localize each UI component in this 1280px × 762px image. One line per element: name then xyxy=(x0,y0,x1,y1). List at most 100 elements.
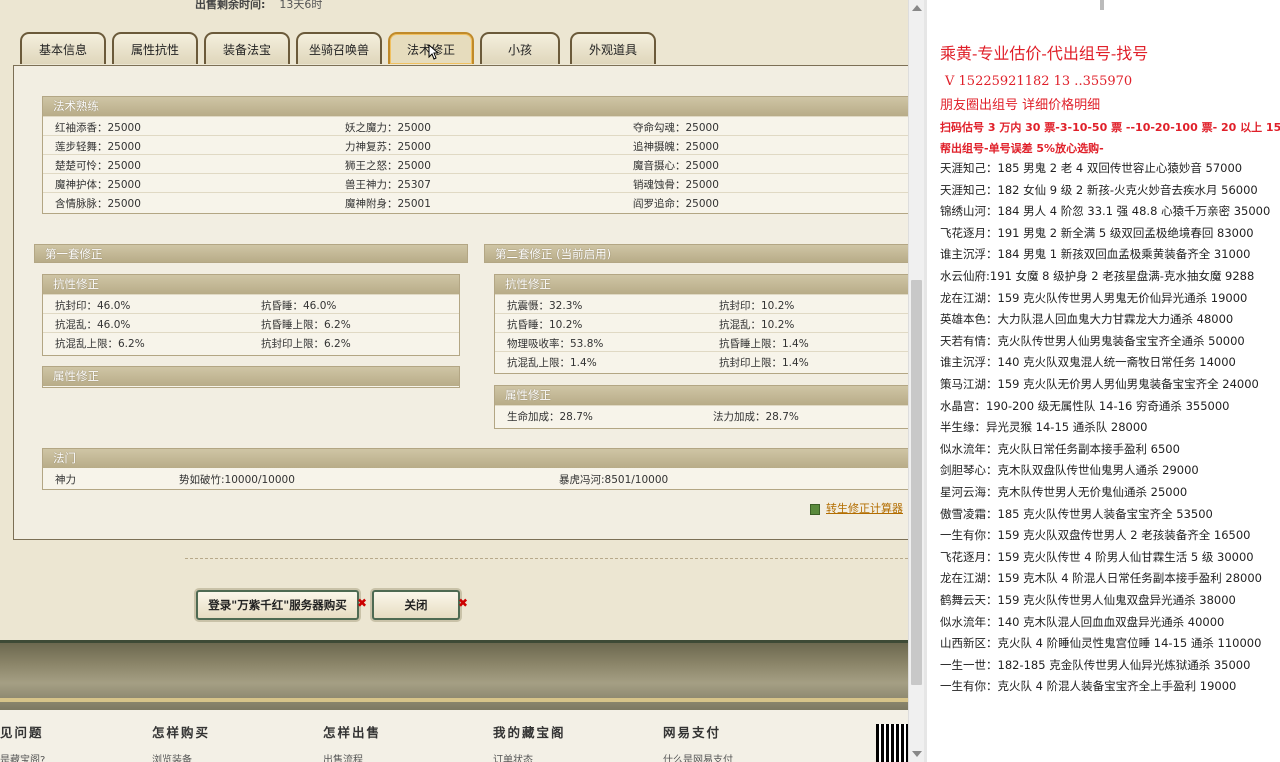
table-cell: 妖之魔力：25000 xyxy=(345,122,431,134)
section-title: 法术熟练 xyxy=(43,97,908,116)
table-row: 抗混乱上限：6.2% 抗封印上限：6.2% xyxy=(43,332,459,351)
footer-column: 网易支付 什么是网易支付 xyxy=(663,722,733,762)
footer-link[interactable]: 订单状态 xyxy=(493,751,566,762)
table-cell: 生命加成：28.7% xyxy=(507,411,593,423)
close-button[interactable]: 关闭 ✖ xyxy=(372,590,468,620)
table-row: 抗混乱上限：1.4% 抗封印上限：1.4% xyxy=(495,351,908,370)
calculator-icon xyxy=(810,503,820,515)
table-cell: 含情脉脉：25000 xyxy=(55,198,141,210)
table-cell: 抗封印上限：1.4% xyxy=(719,357,809,369)
table-cell: 抗昏睡上限：1.4% xyxy=(719,338,809,350)
listing-item: 飞花逐月：159 克火队传世 4 阶男人仙甘霖生活 5 级 30000 xyxy=(940,549,1254,564)
listing-item: 天涯知己：185 男鬼 2 老 4 双回传世容止心猿妙音 57000 xyxy=(940,161,1243,175)
listing-item: 山西新区：克火队 4 阶睡仙灵性鬼宫位睡 14-15 通杀 110000 xyxy=(940,636,1262,651)
price-list-document: 乘黄-专业估价-代出组号-找号 V 15225921182 13 ..35597… xyxy=(924,0,1280,762)
table-cell: 红袖添香：25000 xyxy=(55,122,141,134)
table-row: 物理吸收率：53.8% 抗昏睡上限：1.4% xyxy=(495,332,908,351)
spell-proficiency-section: 法术熟练 红袖添香：25000 妖之魔力：25000 夺命勾魂：25000 莲步轻舞：… xyxy=(42,96,908,214)
set2-attr-section: 属性修正 生命加成：28.7% 法力加成：28.7% xyxy=(494,385,908,429)
listing-item: 水晶宫：190-200 级无属性队 14-16 穷奇通杀 355000 xyxy=(940,398,1230,413)
login-buy-button[interactable]: 登录"万紫千红"服务器购买 ✖ xyxy=(196,590,367,620)
table-cell: 追神摄魄：25000 xyxy=(633,141,719,153)
tab-child[interactable]: 小孩 xyxy=(480,32,560,64)
table-cell: 抗封印上限：6.2% xyxy=(261,338,351,350)
listing-item: 一生有你：159 克火队双盘传世男人 2 老孩装备齐全 16500 xyxy=(940,528,1251,543)
pricing-line: 帮出组号-单号误差 5%放心选购- xyxy=(940,142,1104,155)
table-cell: 抗昏睡：10.2% xyxy=(507,319,583,331)
set1-attr-section: 属性修正 xyxy=(42,366,460,388)
vertical-scrollbar[interactable] xyxy=(908,0,924,762)
table-cell: 销魂蚀骨：25000 xyxy=(633,179,719,191)
headline: 乘黄-专业估价-代出组号-找号 xyxy=(940,44,1149,63)
section-title: 抗性修正 xyxy=(43,275,459,294)
tab-basic-info[interactable]: 基本信息 xyxy=(20,32,106,64)
table-row: 抗昏睡：10.2% 抗混乱：10.2% xyxy=(495,313,908,332)
famen-section: 法门 神力 势如破竹:10000/10000 暴虎冯河:8501/10000 xyxy=(42,448,908,490)
mouse-cursor-icon xyxy=(428,44,438,60)
table-row: 抗震慑：32.3% 抗封印：10.2% xyxy=(495,294,908,313)
footer-link[interactable]: 出售流程 xyxy=(323,751,381,762)
table-cell: 兽王神力：25307 xyxy=(345,179,431,191)
famen-cell: 神力 xyxy=(55,474,76,486)
scroll-up-icon[interactable] xyxy=(912,5,922,11)
table-cell: 魔音摄心：25000 xyxy=(633,160,719,172)
game-trade-page: 出售剩余时间: 13天6时 基本信息 属性抗性 装备法宝 坐骑召唤兽 法术修正 … xyxy=(0,0,908,762)
table-row: 抗封印：46.0% 抗昏睡：46.0% xyxy=(43,294,459,313)
qr-code-icon xyxy=(876,724,908,762)
table-row: 抗混乱：46.0% 抗昏睡上限：6.2% xyxy=(43,313,459,332)
section-title: 抗性修正 xyxy=(495,275,908,294)
listing-item: 飞花逐月：191 男鬼 2 新全满 5 级双回孟极绝境春回 83000 xyxy=(940,225,1254,240)
set2-attr-table: 生命加成：28.7% 法力加成：28.7% xyxy=(495,405,908,425)
table-row: 楚楚可怜：25000 狮王之怒：25000 魔音摄心：25000 xyxy=(43,154,908,173)
spell-table: 红袖添香：25000 妖之魔力：25000 夺命勾魂：25000 莲步轻舞：25000… xyxy=(43,116,908,211)
divider xyxy=(185,558,908,559)
listing-item: 似水流年：克火队日常任务副本接手盈利 6500 xyxy=(940,441,1180,456)
footer-column: 怎样出售 出售流程 xyxy=(323,722,381,762)
set2-resist-table: 抗震慑：32.3% 抗封印：10.2% 抗昏睡：10.2% 抗混乱：10.2% 物理吸收… xyxy=(495,294,908,372)
listing-item: 似水流年：140 克木队混人回血血双盘异光通杀 40000 xyxy=(940,614,1225,629)
listing-item: 天涯知己：182 女仙 9 级 2 新孩-火克火妙音去疾水月 56000 xyxy=(940,182,1258,197)
tab-attribute-resist[interactable]: 属性抗性 xyxy=(112,32,198,64)
table-cell: 抗混乱：10.2% xyxy=(719,319,795,331)
subtitle-line: 朋友圈出组号 详细价格明细 xyxy=(940,98,1101,113)
listing-item: 策马江湖：159 克火队无价男人男仙男鬼装备宝宝齐全 24000 xyxy=(940,377,1259,391)
set2-title: 第二套修正 (当前启用) xyxy=(484,244,908,263)
table-cell: 阎罗追命：25000 xyxy=(633,198,719,210)
footer-column: 我的藏宝阁 订单状态 xyxy=(493,722,566,762)
section-title: 属性修正 xyxy=(495,386,908,405)
set1-title: 第一套修正 xyxy=(34,244,468,263)
footer-link[interactable]: 什么是网易支付 xyxy=(663,751,733,762)
famen-cell: 暴虎冯河:8501/10000 xyxy=(559,474,669,486)
set1-resist-table: 抗封印：46.0% 抗昏睡：46.0% 抗混乱：46.0% 抗昏睡上限：6.2% 抗混乱… xyxy=(43,294,459,354)
listing-item: 半生缘：异光灵猴 14-15 通杀队 28000 xyxy=(940,420,1148,435)
section-title: 法门 xyxy=(43,449,908,468)
table-cell: 物理吸收率：53.8% xyxy=(507,338,604,350)
listing-item: 龙在江湖：159 克木队 4 阶混人日常任务副本接手盈利 28000 xyxy=(940,571,1262,586)
phone-line: V 15225921182 13 ..355970 xyxy=(945,74,1133,89)
table-cell: 抗昏睡：46.0% xyxy=(261,300,337,312)
footer-link[interactable]: 是藏宝阁? xyxy=(0,751,45,762)
table-row: 魔神护体：25000 兽王神力：25307 销魂蚀骨：25000 xyxy=(43,173,908,192)
listing-item: 英雄本色：大力队混人回血鬼大力甘霖龙大力通杀 48000 xyxy=(940,312,1234,327)
listing-item: 天若有情：克火队传世男人仙男鬼装备宝宝齐全通杀 50000 xyxy=(940,333,1245,348)
close-icon: ✖ xyxy=(457,596,468,610)
famen-cell: 势如破竹:10000/10000 xyxy=(179,474,295,486)
tab-appearance[interactable]: 外观道具 xyxy=(570,32,656,64)
rebirth-calculator-link[interactable]: 转生修正计算器 xyxy=(810,500,903,516)
footer-link[interactable]: 浏览装备 xyxy=(152,751,210,762)
table-row: 莲步轻舞：25000 力神复苏：25000 追神摄魄：25000 xyxy=(43,135,908,154)
spell-correction-panel: 法术熟练 红袖添香：25000 妖之魔力：25000 夺命勾魂：25000 莲步轻舞：… xyxy=(13,65,908,540)
tab-mounts-summons[interactable]: 坐骑召唤兽 xyxy=(296,32,382,64)
table-cell: 魔神附身：25001 xyxy=(345,198,431,210)
listing-item: 谁主沉浮：140 克火队双鬼混人统一斋牧日常任务 14000 xyxy=(940,355,1236,370)
scroll-down-icon[interactable] xyxy=(912,751,922,757)
footer-column: 怎样购买 浏览装备 xyxy=(152,722,210,762)
pricing-line: 扫码估号 3 万内 30 票-3-10-50 票 --10-20-100 票- … xyxy=(940,121,1280,134)
listing-item: 一生有你：克火队 4 阶混人装备宝宝齐全上手盈利 19000 xyxy=(940,679,1237,694)
listing-item: 一生一世：182-185 克金队传世男人仙异光炼狱通杀 35000 xyxy=(940,657,1251,672)
scrollbar-thumb[interactable] xyxy=(911,280,922,685)
close-icon: ✖ xyxy=(356,596,367,610)
tab-equipment[interactable]: 装备法宝 xyxy=(204,32,290,64)
table-cell: 抗混乱上限：1.4% xyxy=(507,357,597,369)
table-row: 红袖添香：25000 妖之魔力：25000 夺命勾魂：25000 xyxy=(43,116,908,135)
